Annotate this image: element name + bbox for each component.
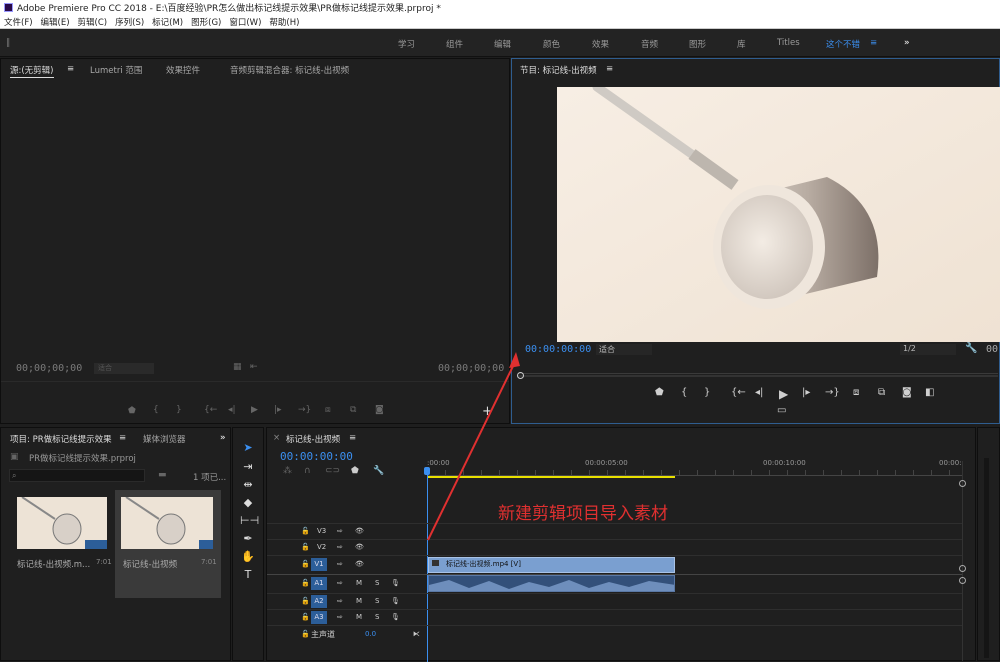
annotation-text: 新建剪辑项目导入素材 <box>498 504 668 524</box>
annotation-arrow <box>427 352 520 541</box>
